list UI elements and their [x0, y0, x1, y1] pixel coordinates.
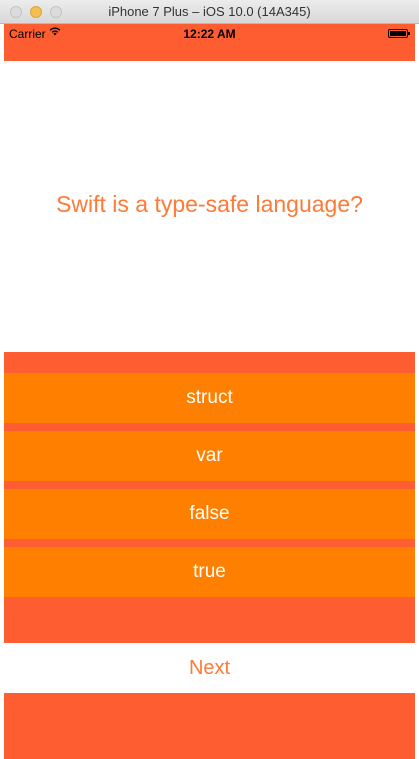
status-bar: Carrier 12:22 AM [4, 24, 415, 44]
answer-button-false[interactable]: false [4, 489, 415, 539]
status-time: 12:22 AM [183, 27, 236, 41]
answer-button-true[interactable]: true [4, 547, 415, 597]
battery-icon [388, 29, 410, 38]
simulator-window: iPhone 7 Plus – iOS 10.0 (14A345) Carrie… [0, 0, 419, 759]
device-screen: Carrier 12:22 AM Swift is a type-safe la… [4, 24, 415, 759]
next-button[interactable]: Next [4, 643, 415, 693]
battery-fill [390, 31, 406, 36]
battery-tip [408, 32, 410, 35]
question-panel: Swift is a type-safe language? [4, 61, 415, 352]
answer-button-struct[interactable]: struct [4, 373, 415, 423]
answer-button-var[interactable]: var [4, 431, 415, 481]
question-text: Swift is a type-safe language? [56, 191, 363, 217]
window-titlebar: iPhone 7 Plus – iOS 10.0 (14A345) [0, 0, 419, 24]
window-title: iPhone 7 Plus – iOS 10.0 (14A345) [108, 4, 311, 19]
